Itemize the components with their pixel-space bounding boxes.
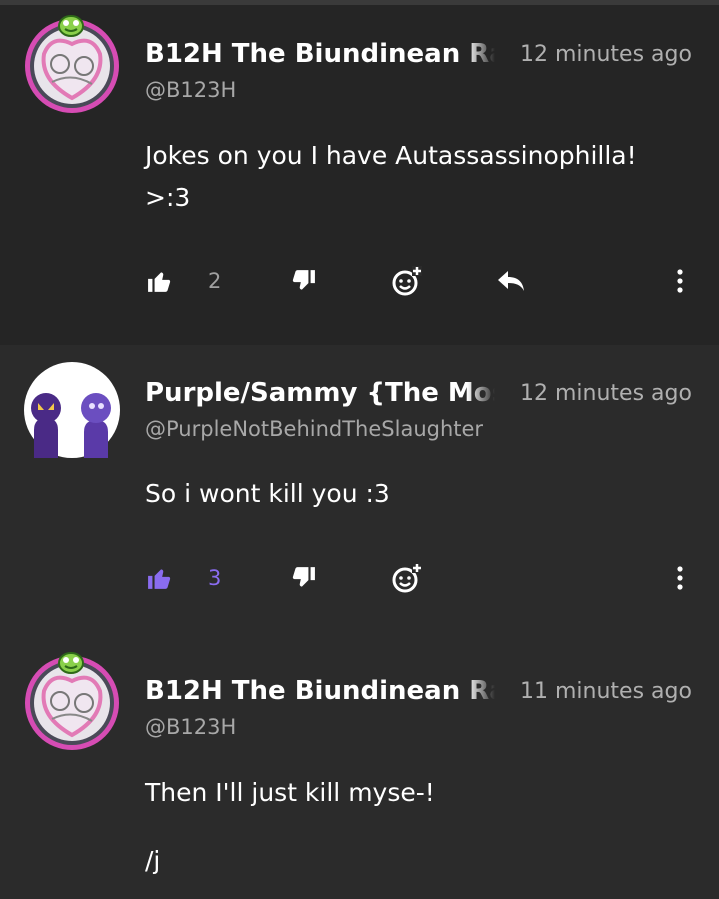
comment-text: Then I'll just kill myse-! /j bbox=[145, 772, 705, 882]
dislike-button[interactable] bbox=[287, 558, 319, 598]
like-button[interactable] bbox=[144, 261, 176, 301]
comment-item: Purple/Sammy {The Most 12 minutes ago @P… bbox=[0, 345, 719, 635]
reply-button[interactable] bbox=[494, 261, 528, 301]
author-handle[interactable]: @B123H bbox=[145, 78, 236, 102]
dislike-button[interactable] bbox=[287, 261, 319, 301]
like-count: 3 bbox=[208, 566, 222, 590]
reply-icon bbox=[498, 271, 524, 291]
like-icon bbox=[148, 569, 171, 589]
avatar[interactable] bbox=[22, 360, 122, 460]
more-options-button[interactable] bbox=[668, 261, 692, 301]
like-button[interactable] bbox=[144, 558, 176, 598]
author-name[interactable]: Purple/Sammy {The Most bbox=[145, 378, 495, 408]
add-reaction-button[interactable] bbox=[388, 558, 424, 598]
comment-text-line: /j bbox=[145, 846, 161, 875]
comment-text-line: Jokes on you I have Autassassinophilla! bbox=[145, 141, 637, 170]
more-options-button[interactable] bbox=[668, 558, 692, 598]
add-reaction-icon bbox=[392, 563, 422, 593]
add-reaction-button[interactable] bbox=[388, 261, 424, 301]
comment-actions: 2 bbox=[0, 261, 719, 301]
dislike-icon bbox=[292, 270, 315, 290]
author-name[interactable]: B12H The Biundinean Ra bbox=[145, 39, 495, 69]
comment-timestamp: 12 minutes ago bbox=[520, 381, 692, 406]
comment-text: So i wont kill you :3 bbox=[145, 473, 705, 515]
author-name[interactable]: B12H The Biundinean Ra bbox=[145, 676, 495, 706]
avatar[interactable] bbox=[22, 14, 122, 114]
author-handle[interactable]: @PurpleNotBehindTheSlaughter bbox=[145, 417, 483, 441]
comment-actions: 3 bbox=[0, 558, 719, 598]
author-handle[interactable]: @B123H bbox=[145, 715, 236, 739]
like-icon bbox=[148, 272, 171, 292]
avatar[interactable] bbox=[22, 651, 122, 751]
comment-timestamp: 11 minutes ago bbox=[520, 679, 692, 704]
more-options-icon bbox=[677, 566, 683, 590]
comment-text: Jokes on you I have Autassassinophilla! … bbox=[145, 135, 705, 219]
comment-text-line: Then I'll just kill myse-! bbox=[145, 778, 435, 807]
dislike-icon bbox=[292, 567, 315, 587]
comment-item: B12H The Biundinean Ra 11 minutes ago @B… bbox=[0, 635, 719, 899]
like-count: 2 bbox=[208, 269, 222, 293]
comment-text-line: So i wont kill you :3 bbox=[145, 479, 390, 508]
more-options-icon bbox=[677, 269, 683, 293]
comment-item: B12H The Biundinean Ra 12 minutes ago @B… bbox=[0, 5, 719, 345]
comment-timestamp: 12 minutes ago bbox=[520, 42, 692, 67]
comment-text-line: >:3 bbox=[145, 183, 191, 212]
add-reaction-icon bbox=[392, 266, 422, 296]
